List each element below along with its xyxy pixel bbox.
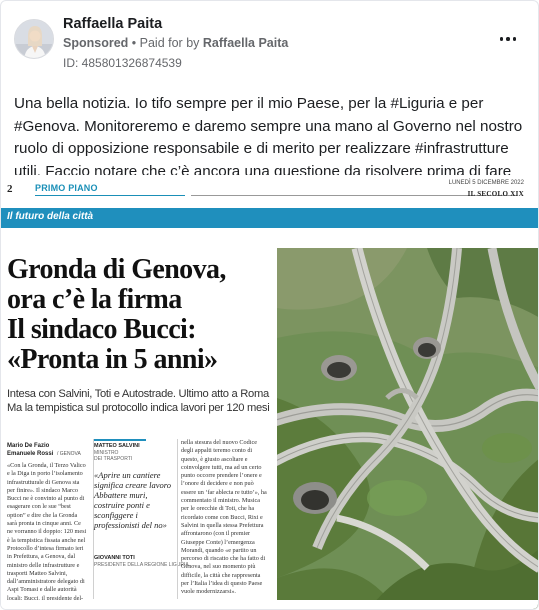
advertiser-name[interactable]: Raffaella Paita: [63, 16, 162, 32]
sponsorship-info: Sponsored • Paid for by Raffaella Paita: [63, 36, 288, 50]
section-rule: [35, 195, 185, 196]
subhead-line: Intesa con Salvini, Toti e Autostrade. U…: [7, 388, 269, 400]
headline-line: Gronda di Genova,: [7, 254, 226, 285]
byline-author-2: Emanuele Rossi: [7, 451, 54, 457]
headline-line: Il sindaco Bucci:: [7, 314, 197, 345]
paid-for-prefix: Paid for by: [139, 36, 200, 50]
headline-line: «Pronta in 5 anni»: [7, 344, 218, 375]
topic-band-title: Il futuro della città: [7, 211, 94, 222]
newspaper-headline: Gronda di Genova, ora c’è la firma Il si…: [7, 255, 275, 375]
separator-dot: •: [131, 36, 140, 50]
headline-line: ora c’è la firma: [7, 284, 182, 315]
article-column-1: «Con la Gronda, il Terzo Valico e la Dig…: [7, 462, 87, 602]
highway-rendering-image: [277, 248, 538, 609]
sponsored-label: Sponsored: [63, 36, 129, 50]
quote-2-role: PRESIDENTE DELLA REGIONE LIGURIA: [94, 562, 189, 568]
paid-for-name[interactable]: Raffaella Paita: [203, 36, 288, 50]
newspaper-date: LUNEDÌ 5 DICEMBRE 2022: [448, 180, 524, 186]
newspaper-subheadline: Intesa con Salvini, Toti e Autostrade. U…: [7, 388, 275, 415]
article-column-3: nella stesura del nuovo Codice degli app…: [181, 439, 267, 596]
newspaper-section: PRIMO PIANO: [35, 183, 98, 193]
image-bottom-edge: [1, 600, 538, 609]
newspaper-page-number: 2: [7, 183, 13, 195]
post-image-newspaper[interactable]: 2 PRIMO PIANO LUNEDÌ 5 DICEMBRE 2022 IL …: [1, 175, 538, 609]
quote-1-text: «Aprire un cantiere significa creare lav…: [94, 470, 171, 530]
subhead-line: Ma la tempistica sul protocollo indica l…: [7, 401, 270, 414]
quote-accent-bar: [94, 439, 146, 441]
newspaper-masthead: IL SECOLO XIX: [467, 190, 524, 198]
ad-card: Raffaella Paita Sponsored • Paid for by …: [0, 0, 539, 610]
quote-2-name: GIOVANNI TOTI: [94, 555, 135, 561]
quote-1-name: MATTEO SALVINI: [94, 443, 140, 449]
quote-1-role-b: DEI TRASPORTI: [94, 456, 133, 462]
advertiser-avatar[interactable]: [14, 19, 54, 59]
more-options-icon[interactable]: [495, 29, 521, 49]
byline-location: / GENOVA: [57, 451, 81, 457]
ad-id: ID: 485801326874539: [63, 56, 182, 70]
byline-author-1: Mario De Fazio: [7, 443, 50, 449]
column-divider: [177, 439, 178, 599]
avatar-photo: [15, 20, 53, 58]
